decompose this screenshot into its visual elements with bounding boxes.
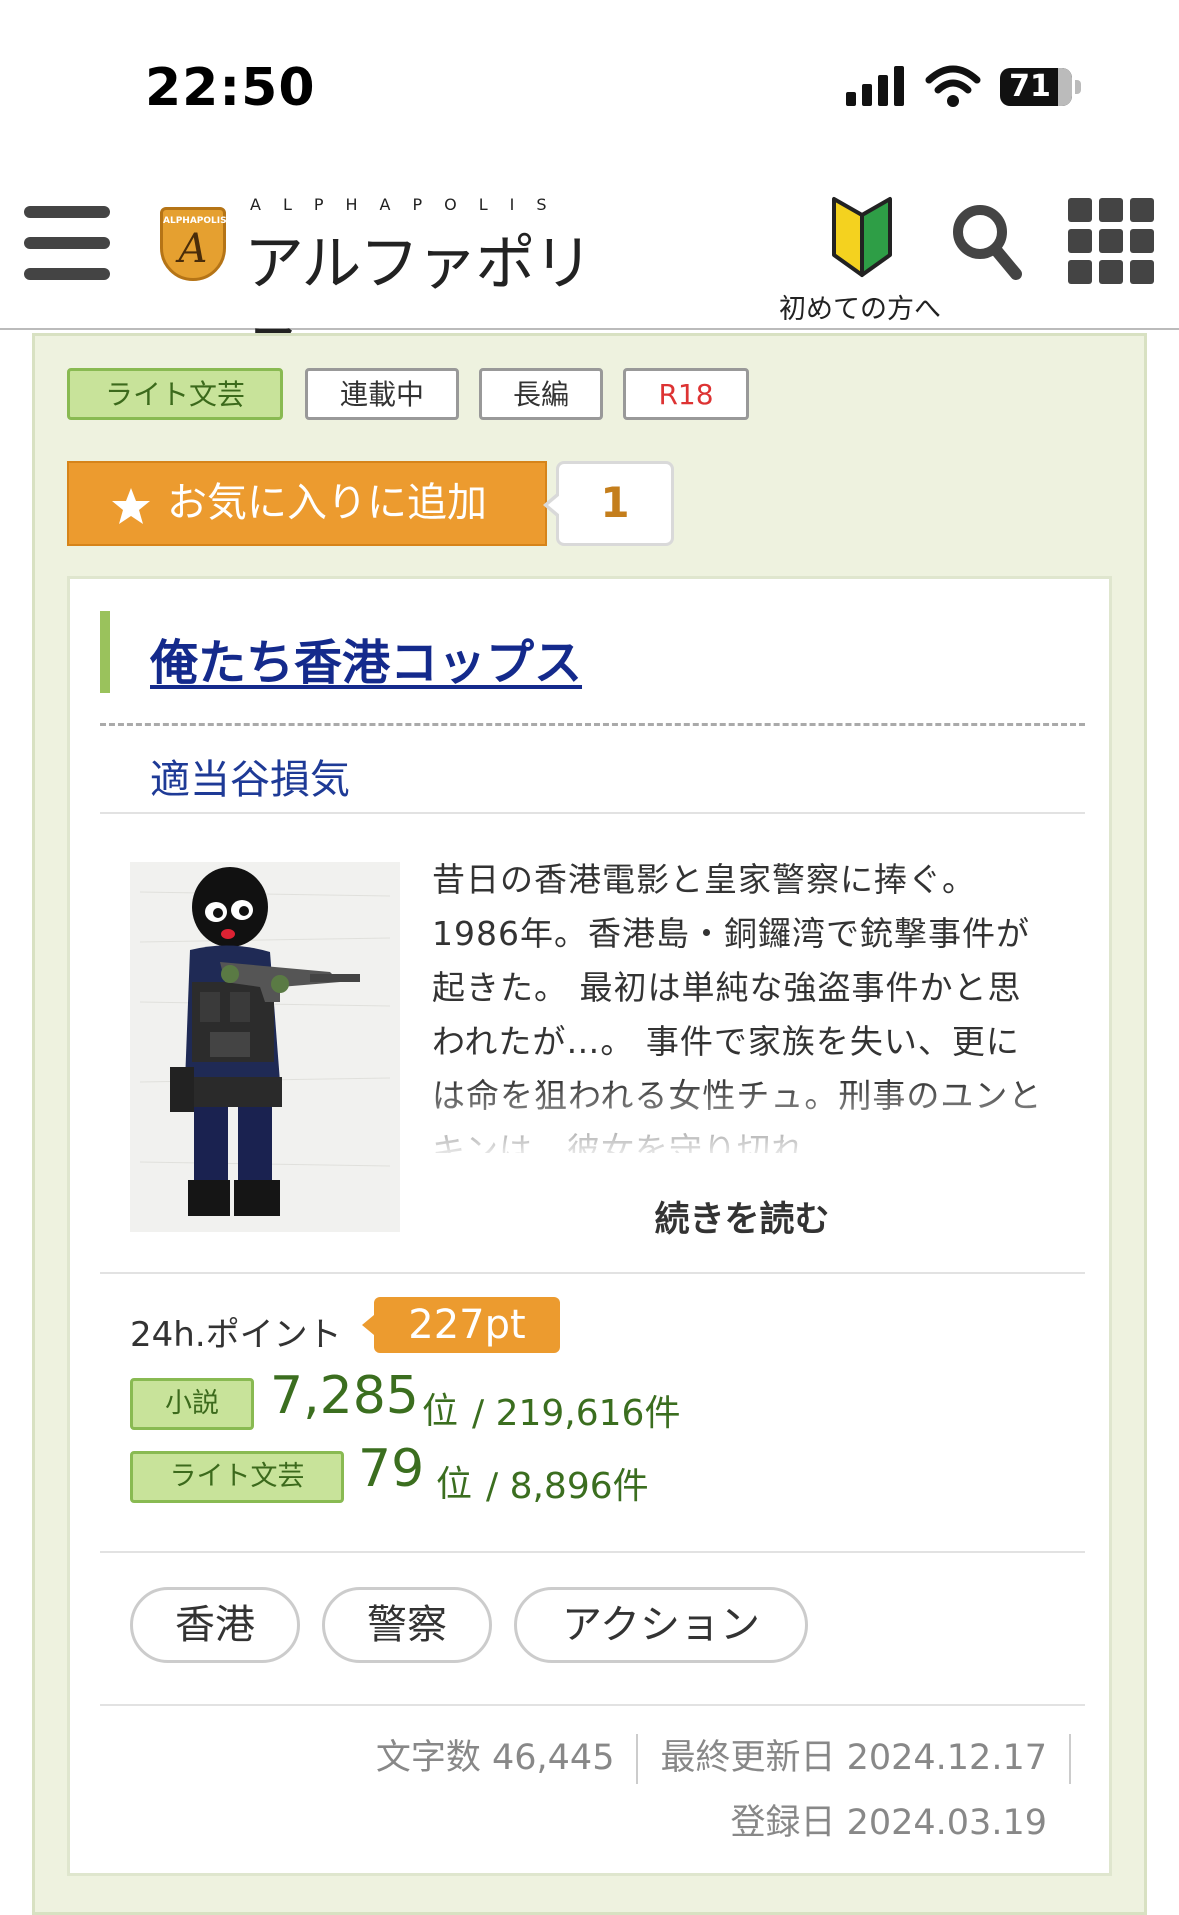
site-logo[interactable]: ALPHAPOLIS A ALPHAPOLIS アルファポリス xyxy=(160,195,620,386)
points-24h-value: 227pt xyxy=(362,1297,560,1353)
search-icon[interactable] xyxy=(948,198,1022,284)
synopsis-fade xyxy=(432,1079,1052,1159)
genre-tag[interactable]: ライト文芸 xyxy=(67,368,283,420)
length-tag: 長編 xyxy=(479,368,603,420)
ranking-unit: 位 xyxy=(422,1391,459,1432)
divider xyxy=(100,1551,1085,1553)
ranking-total: / 8,896件 xyxy=(486,1466,649,1507)
add-to-favorites-button[interactable]: お気に入りに追加 xyxy=(67,461,547,546)
title-accent-bar xyxy=(100,611,110,693)
rating-tag: R18 xyxy=(623,368,749,420)
hamburger-menu-icon[interactable] xyxy=(24,202,110,284)
status-bar: 22:50 71 xyxy=(0,0,1179,170)
keyword-chip[interactable]: アクション xyxy=(514,1587,808,1663)
ranking-category-tag: 小説 xyxy=(130,1378,254,1430)
work-detail-panel: ライト文芸 連載中 長編 R18 お気に入りに追加 1 俺たち香港コップス 適当… xyxy=(32,333,1147,1915)
ranking-category-tag: ライト文芸 xyxy=(130,1451,344,1503)
cover-image[interactable] xyxy=(130,862,400,1232)
cellular-signal-icon xyxy=(846,66,904,106)
read-more-button[interactable]: 続きを読む xyxy=(432,1191,1052,1242)
logo-latin-text: ALPHAPOLIS xyxy=(250,195,569,214)
keyword-chip[interactable]: 警察 xyxy=(322,1587,492,1663)
char-count: 文字数 46,445 xyxy=(375,1738,615,1778)
work-title-link[interactable]: 俺たち香港コップス xyxy=(150,623,582,693)
star-icon xyxy=(112,488,150,524)
divider xyxy=(100,1272,1085,1274)
work-card: 俺たち香港コップス 適当谷損気 昔日の香港電影と皇家警察に捧ぐ。1986年。香港… xyxy=(67,576,1112,1876)
status-tag: 連載中 xyxy=(305,368,459,420)
ranking-unit: 位 xyxy=(436,1464,473,1505)
beginner-guide-link[interactable]: 初めての方へ xyxy=(770,195,950,325)
battery-icon: 71 xyxy=(1000,68,1081,106)
beginner-guide-label: 初めての方へ xyxy=(779,294,941,325)
ranking-position: 7,285 xyxy=(270,1366,419,1426)
add-to-favorites-label: お気に入りに追加 xyxy=(167,480,487,526)
ranking-position: 79 xyxy=(358,1439,425,1499)
grid-menu-icon[interactable] xyxy=(1068,198,1154,284)
wifi-icon xyxy=(925,65,981,107)
keyword-chip[interactable]: 香港 xyxy=(130,1587,300,1663)
points-24h-label: 24h.ポイント xyxy=(130,1315,342,1355)
status-time: 22:50 xyxy=(145,58,316,118)
work-meta-line: 文字数 46,445 最終更新日 2024.12.17 xyxy=(376,1729,1071,1784)
favorite-count: 1 xyxy=(543,461,674,546)
beginner-mark-icon xyxy=(832,197,892,277)
registered-date: 登録日 2024.03.19 xyxy=(730,1803,1047,1843)
overall-ranking: 小説 7,285 位 / 219,616件 xyxy=(130,1366,730,1434)
site-header: ALPHAPOLIS A ALPHAPOLIS アルファポリス 初めての方へ xyxy=(0,170,1179,386)
battery-level: 71 xyxy=(1009,69,1051,104)
divider xyxy=(100,812,1085,814)
genre-ranking: ライト文芸 79 位 / 8,896件 xyxy=(130,1439,730,1507)
ranking-total: / 219,616件 xyxy=(472,1393,681,1434)
author-link[interactable]: 適当谷損気 xyxy=(150,747,350,805)
last-updated-date: 最終更新日 2024.12.17 xyxy=(660,1738,1047,1778)
divider xyxy=(100,723,1085,726)
logo-emblem-icon: ALPHAPOLIS A xyxy=(160,207,227,281)
divider xyxy=(100,1704,1085,1706)
